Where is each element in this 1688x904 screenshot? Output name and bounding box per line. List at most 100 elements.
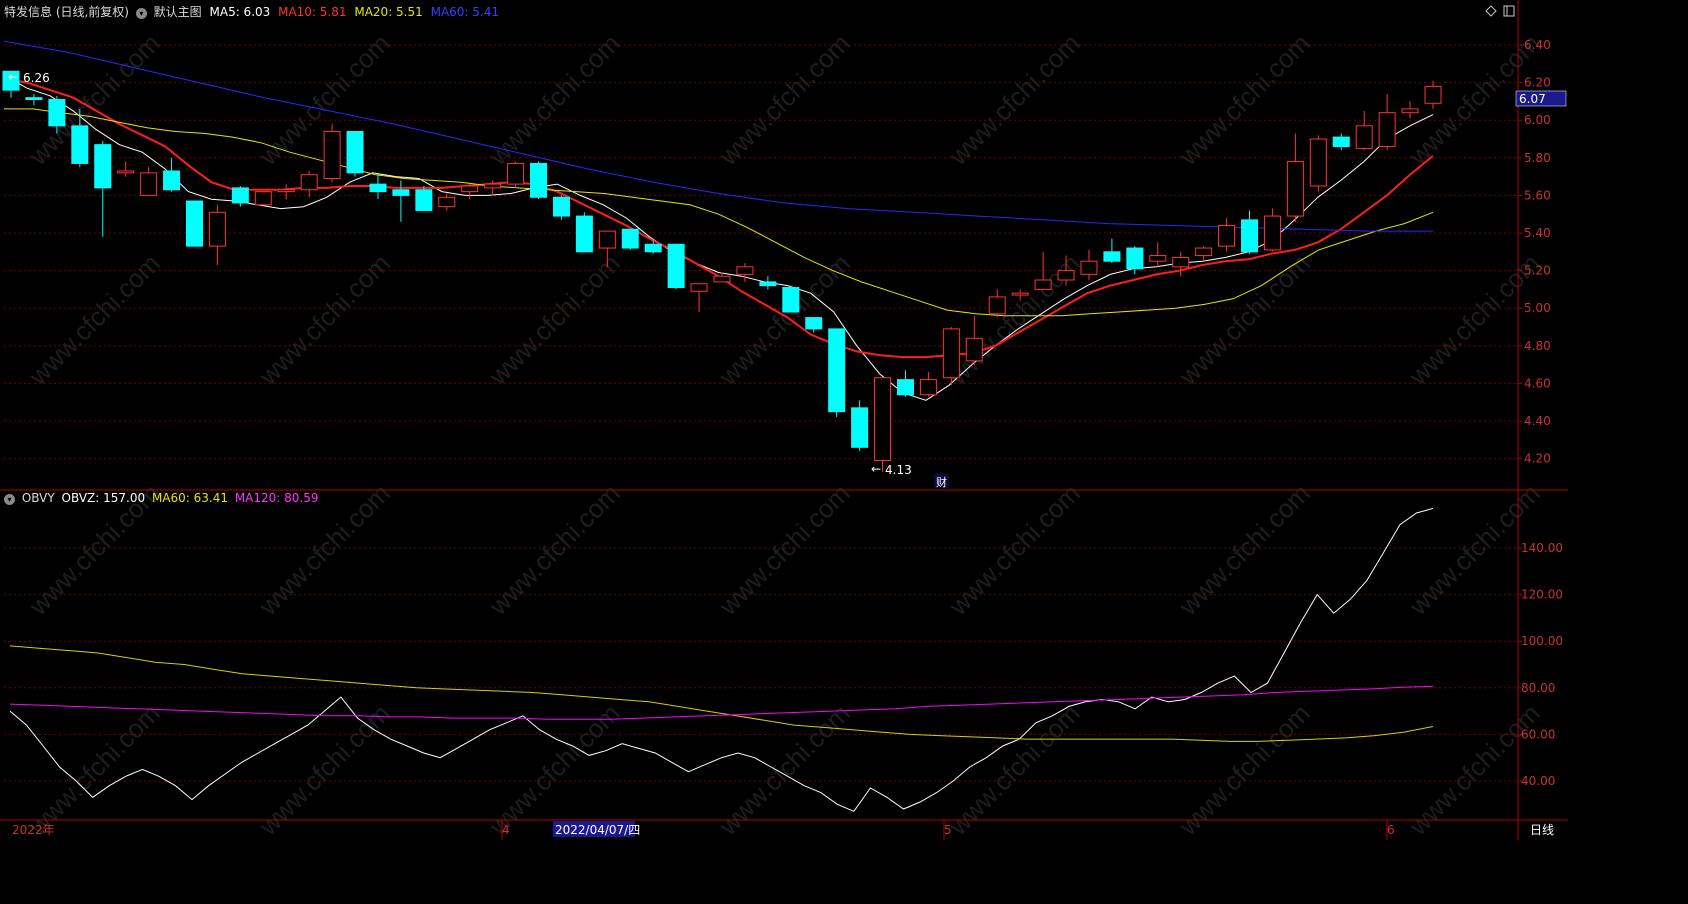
watermark-text: www.cfchi.com: [1172, 28, 1315, 171]
watermark-text: www.cfchi.com: [482, 248, 625, 391]
watermark-text: www.cfchi.com: [1172, 478, 1315, 621]
candle-up: [438, 196, 456, 208]
candle-up: [1172, 256, 1190, 268]
watermark-text: www.cfchi.com: [1172, 248, 1315, 391]
dropdown-icon[interactable]: ▾: [135, 8, 147, 19]
candle-up: [965, 337, 983, 362]
obv-tick-label: 140.00: [1521, 541, 1563, 555]
watermark-text: www.cfchi.com: [252, 248, 395, 391]
candle-down: [1241, 219, 1259, 253]
price-tick-label: 5.20: [1524, 264, 1551, 278]
watermark-text: www.cfchi.com: [1172, 698, 1315, 840]
price-tick-label: 6.20: [1524, 76, 1551, 90]
price-tick-label: 4.20: [1524, 452, 1551, 466]
candle-down: [94, 144, 112, 189]
high-label-arrow: ←: [8, 70, 18, 84]
candle-down: [231, 187, 249, 204]
obv-ma60-value: MA60: 63.41: [151, 491, 228, 505]
candle-down: [851, 407, 869, 448]
event-marker[interactable]: 财: [936, 475, 947, 489]
price-tick-label: 4.40: [1524, 414, 1551, 428]
watermark-text: www.cfchi.com: [22, 248, 165, 391]
x-label-jun: 6: [1387, 823, 1395, 837]
grid-lines: [4, 44, 1518, 782]
candle-down: [392, 189, 410, 196]
candle-down: [667, 243, 685, 289]
candle-up: [1057, 270, 1075, 281]
low-label-arrow: ←: [871, 462, 881, 476]
candle-down: [1126, 247, 1144, 270]
candle-up: [461, 185, 479, 193]
ma60-value: MA60: 5.41: [430, 5, 500, 19]
price-tick-label: 5.00: [1524, 301, 1551, 315]
sub-header: ▾ OBVY OBVZ: 157.00 MA60: 63.41 MA120: 8…: [4, 491, 319, 505]
window-icon[interactable]: [1503, 5, 1515, 17]
watermark-text: www.cfchi.com: [942, 28, 1085, 171]
candle-down: [805, 317, 823, 330]
last-price-tag: 6.07: [1519, 92, 1546, 106]
candle-up: [1286, 161, 1304, 217]
candle-up: [208, 211, 226, 247]
diamond-icon[interactable]: [1485, 5, 1497, 17]
price-tick-label: 6.40: [1524, 38, 1551, 52]
price-tick-label: 5.80: [1524, 151, 1551, 165]
obv-tick-label: 120.00: [1521, 588, 1563, 602]
candle-down: [1103, 251, 1121, 262]
chart-canvas: www.cfchi.com www.cfchi.com www.cfchi.com w…: [0, 0, 1568, 840]
candle-up: [1355, 125, 1373, 149]
x-label-start: 2022年: [12, 823, 55, 837]
candle-up: [713, 275, 731, 283]
obv-title[interactable]: OBVY: [22, 491, 55, 505]
candle-up: [919, 379, 937, 396]
candle-down: [185, 200, 203, 247]
candle-up: [1424, 85, 1442, 104]
watermark-text: www.cfchi.com: [252, 698, 395, 840]
candle-down: [575, 215, 593, 253]
candle-up: [1034, 279, 1052, 290]
candle-up: [254, 191, 272, 206]
candle-down: [621, 228, 639, 249]
watermark-text: www.cfchi.com: [482, 478, 625, 621]
candle-up: [1195, 247, 1213, 257]
candle-up: [690, 283, 708, 292]
main-header: 特发信息 (日线,前复权) ▾ 默认主图 MA5: 6.03 MA10: 5.8…: [4, 3, 499, 20]
obv-tick-label: 60.00: [1521, 727, 1555, 741]
indicator-label[interactable]: 默认主图: [154, 5, 202, 19]
watermark-text: www.cfchi.com: [712, 478, 855, 621]
ma20-value: MA20: 5.51: [354, 5, 423, 19]
candle-up: [1218, 224, 1236, 247]
x-label-may: 5: [944, 823, 952, 837]
candle-up: [1309, 138, 1327, 187]
x-label-apr: 4: [502, 823, 510, 837]
price-tick-label: 4.60: [1524, 376, 1551, 390]
candle-up: [874, 377, 892, 461]
obv-axis: 140.00 120.00 100.00 80.00 60.00 40.00: [1518, 541, 1563, 788]
candle-down: [369, 183, 387, 193]
candle-down: [896, 379, 914, 396]
candle-up: [277, 189, 295, 193]
candle-up: [988, 296, 1006, 315]
low-label: 4.13: [885, 463, 912, 477]
watermark-text: www.cfchi.com: [1402, 698, 1545, 840]
watermark-text: www.cfchi.com: [22, 698, 165, 840]
high-label: 6.26: [23, 71, 50, 85]
candle-up: [1263, 215, 1281, 251]
candle-down: [25, 97, 43, 101]
watermark-text: www.cfchi.com: [942, 478, 1085, 621]
candle-down: [530, 162, 548, 198]
stock-title[interactable]: 特发信息 (日线,前复权): [4, 5, 129, 19]
obv-line-ma60: [9, 645, 1434, 742]
price-tick-label: 6.00: [1524, 113, 1551, 127]
candle-up: [140, 172, 158, 196]
price-tick-label: 5.60: [1524, 188, 1551, 202]
candle-down: [782, 287, 800, 313]
watermark-text: www.cfchi.com: [712, 28, 855, 171]
period-button[interactable]: 日线: [1530, 823, 1554, 837]
candle-down: [644, 243, 662, 253]
obv-ma120-value: MA120: 80.59: [234, 491, 319, 505]
candle-down: [48, 99, 66, 127]
candle-up: [1378, 112, 1396, 148]
candle-up: [1149, 255, 1167, 262]
obv-tick-label: 100.00: [1521, 634, 1563, 648]
sub-dropdown-icon[interactable]: ▾: [4, 494, 15, 505]
